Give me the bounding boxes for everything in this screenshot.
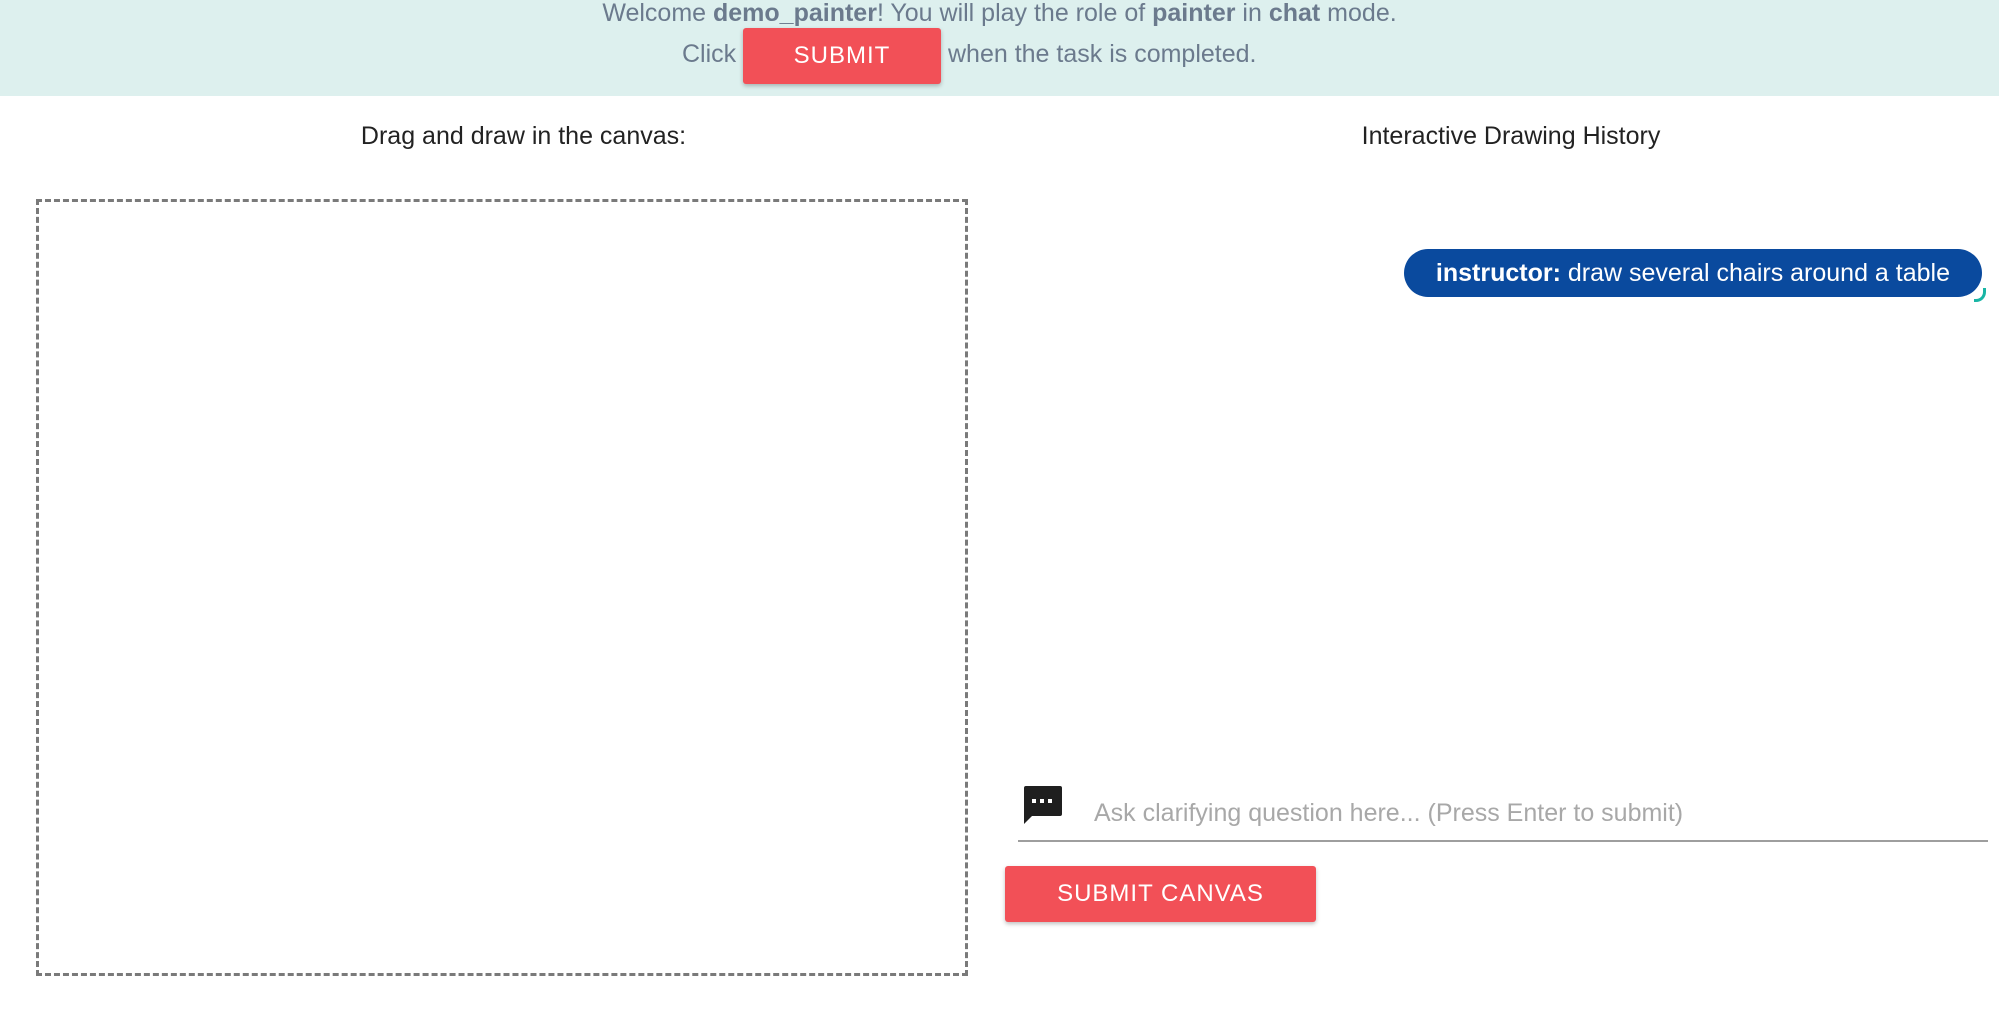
message-text: draw several chairs around a table: [1560, 259, 1950, 287]
instruction-banner: Welcome demo_painter! You will play the …: [0, 0, 1999, 96]
welcome-line: Welcome demo_painter! You will play the …: [0, 0, 1999, 27]
message-speaker: instructor:: [1435, 259, 1561, 287]
drawing-history: instructor: draw several chairs around a…: [1011, 180, 1986, 760]
submit-canvas-button[interactable]: SUBMIT CANVAS: [1005, 866, 1316, 922]
drawing-canvas[interactable]: [36, 199, 968, 976]
click-text: Click: [682, 40, 737, 68]
role-prefix: ! You will play the role of: [876, 0, 1153, 27]
mode-prefix: in: [1235, 0, 1269, 27]
username: demo_painter: [713, 0, 877, 27]
chat-message-bubble: instructor: draw several chairs around a…: [1403, 249, 1982, 297]
submit-instruction-line: Click SUBMIT when the task is completed.: [0, 28, 1999, 84]
completion-text: when the task is completed.: [948, 40, 1257, 68]
submit-button[interactable]: SUBMIT: [743, 28, 941, 84]
chat-bubble-icon: [1024, 786, 1062, 824]
history-heading: Interactive Drawing History: [1361, 122, 1661, 150]
question-input[interactable]: [1018, 786, 1988, 842]
bubble-tail: [1974, 288, 1986, 302]
role-name: painter: [1152, 0, 1236, 27]
welcome-prefix: Welcome: [602, 0, 713, 27]
mode-name: chat: [1268, 0, 1321, 27]
mode-suffix: mode.: [1320, 0, 1397, 27]
canvas-heading: Drag and draw in the canvas:: [360, 122, 687, 150]
